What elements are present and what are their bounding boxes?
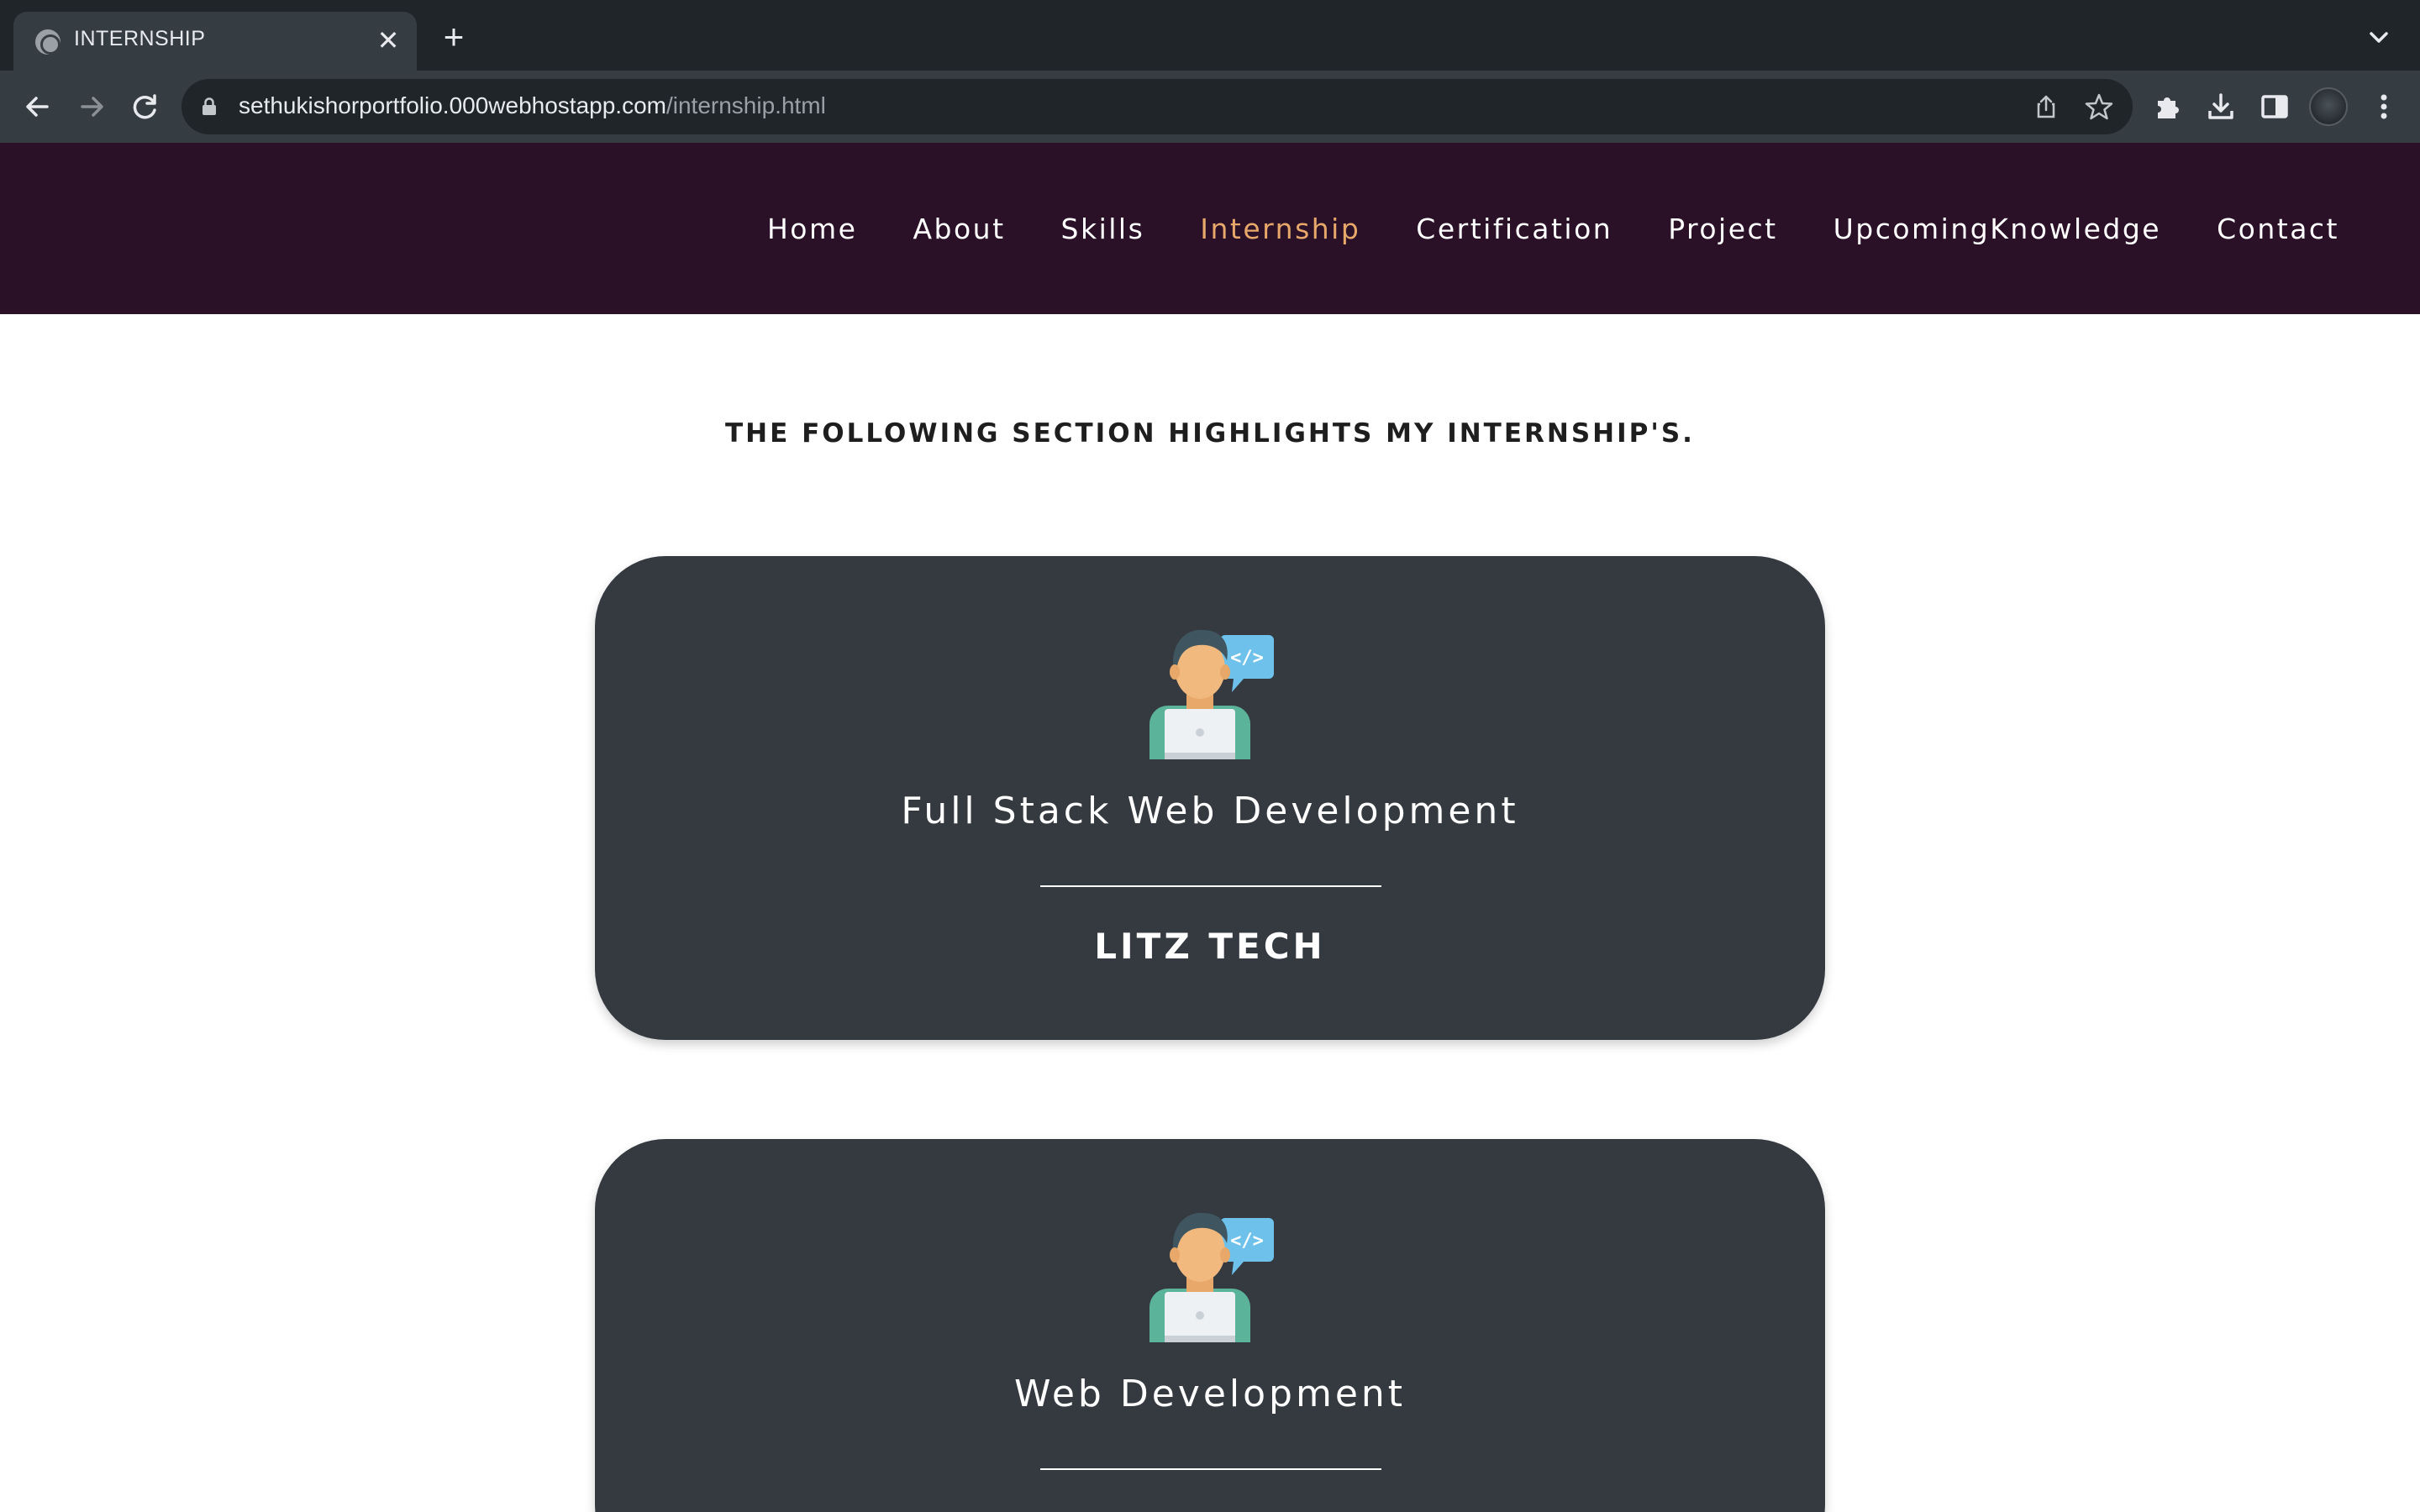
browser-toolbar: sethukishorportfolio.000webhostapp.com/i… (0, 71, 2420, 143)
section-heading: THE FOLLOWING SECTION HIGHLIGHTS MY INTE… (725, 418, 1695, 449)
nav-project[interactable]: Project (1668, 213, 1777, 245)
browser-tab-bar: INTERNSHIP ✕ + (0, 0, 2420, 71)
site-header: Home About Skills Internship Certificati… (0, 143, 2420, 314)
tab-close-icon[interactable]: ✕ (371, 24, 405, 57)
svg-text:</>: </> (1230, 648, 1264, 669)
nav-home[interactable]: Home (767, 213, 857, 245)
back-arrow-icon[interactable] (17, 86, 59, 128)
globe-icon (35, 29, 60, 55)
url-path: /internship.html (666, 92, 826, 118)
tab-title: INTERNSHIP (74, 27, 206, 50)
side-panel-icon[interactable] (2257, 89, 2292, 124)
divider (1040, 885, 1381, 887)
nav-about[interactable]: About (913, 213, 1005, 245)
nav-contact[interactable]: Contact (2217, 213, 2339, 245)
nav-certification[interactable]: Certification (1416, 213, 1612, 245)
nav-internship[interactable]: Internship (1200, 213, 1360, 245)
internship-company: LITZ TECH (1094, 926, 1326, 967)
internship-title: Web Development (1013, 1373, 1407, 1415)
url-text[interactable]: sethukishorportfolio.000webhostapp.com/i… (239, 92, 826, 119)
forward-arrow-icon[interactable] (71, 86, 113, 128)
extensions-puzzle-icon[interactable] (2149, 89, 2185, 124)
developer-icon: </> (1150, 1212, 1274, 1342)
download-icon[interactable] (2203, 89, 2238, 124)
nav-upcoming-knowledge[interactable]: UpcomingKnowledge (1833, 213, 2162, 245)
internship-title: Full Stack Web Development (901, 790, 1519, 832)
svg-text:</>: </> (1230, 1231, 1264, 1252)
star-icon[interactable] (2083, 91, 2115, 123)
divider (1040, 1468, 1381, 1470)
internship-card: </> Web Development (595, 1139, 1825, 1512)
share-icon[interactable] (2030, 91, 2062, 123)
internship-card: </> Full Stack Web Development LITZ TECH (595, 556, 1825, 1040)
new-tab-button[interactable]: + (434, 18, 474, 59)
developer-icon: </> (1150, 629, 1274, 759)
url-host: sethukishorportfolio.000webhostapp.com (239, 92, 666, 118)
browser-tab[interactable]: INTERNSHIP ✕ (13, 12, 417, 71)
profile-avatar[interactable] (2309, 87, 2348, 126)
more-menu-icon[interactable] (2366, 89, 2402, 124)
nav-skills[interactable]: Skills (1061, 213, 1145, 245)
address-bar[interactable]: sethukishorportfolio.000webhostapp.com/i… (182, 79, 2133, 134)
reload-icon[interactable] (124, 86, 166, 128)
chevron-down-icon[interactable] (2360, 18, 2398, 57)
lock-icon (203, 97, 216, 115)
main-navigation: Home About Skills Internship Certificati… (712, 143, 2339, 314)
